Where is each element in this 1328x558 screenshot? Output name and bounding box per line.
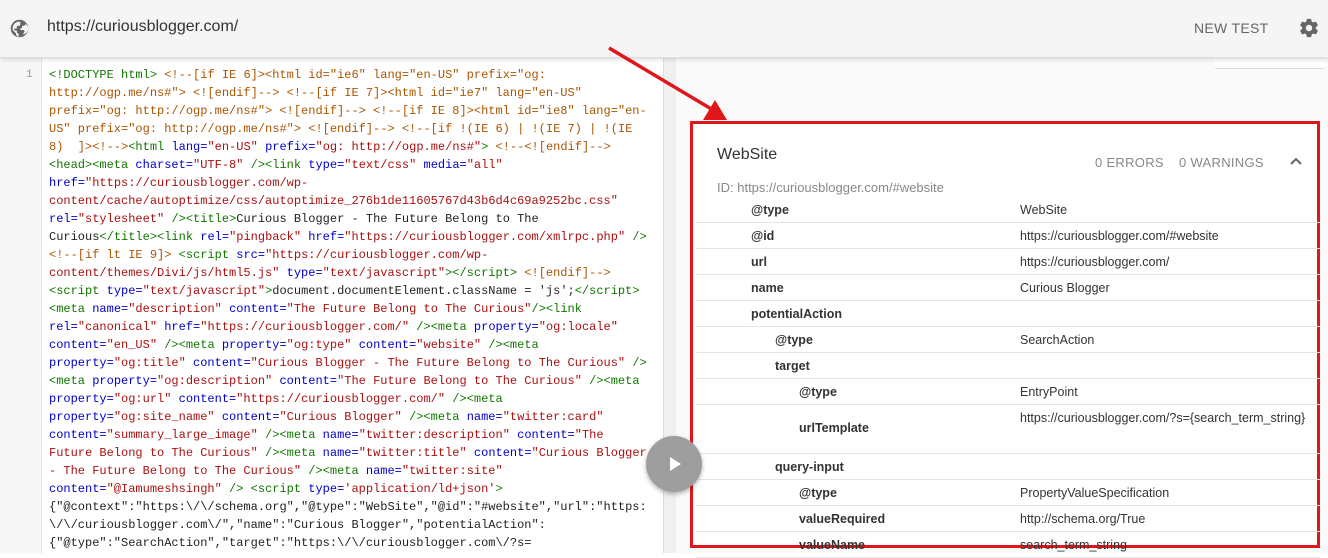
table-row: name Curious Blogger: [696, 275, 1320, 301]
table-row: query-input: [696, 454, 1320, 480]
error-count: 0 ERRORS: [1095, 155, 1164, 170]
card-id: ID: https://curiousblogger.com/#website: [717, 180, 944, 195]
run-test-button[interactable]: [646, 436, 702, 492]
structured-data-card: WebSite 0 ERRORS 0 WARNINGS ID: https://…: [690, 121, 1320, 558]
source-code[interactable]: <!DOCTYPE html> <!--[if IE 6]><html id="…: [49, 66, 649, 552]
property-key: potentialAction: [751, 307, 842, 321]
table-row: potentialAction: [696, 301, 1320, 327]
table-row: urlTemplate https://curiousblogger.com/?s…: [696, 405, 1320, 454]
property-key: name: [751, 281, 784, 295]
table-row: valueName search_term_string: [696, 532, 1320, 558]
table-row: @type PropertyValueSpecification: [696, 480, 1320, 506]
table-row: @id https://curiousblogger.com/#website: [696, 223, 1320, 249]
annotation-arrow: [608, 46, 727, 120]
table-row: valueRequired http://schema.org/True: [696, 506, 1320, 532]
property-key: valueRequired: [799, 512, 886, 526]
globe-icon: [10, 19, 29, 38]
card-title: WebSite: [717, 146, 778, 163]
property-key: urlTemplate: [799, 421, 869, 435]
chevron-up-icon[interactable]: [1289, 154, 1303, 168]
line-gutter: 1: [0, 58, 42, 553]
property-value: http://schema.org/True: [1020, 512, 1146, 526]
property-value: https://curiousblogger.com/?s={search_te…: [1020, 411, 1306, 425]
table-row: url https://curiousblogger.com/: [696, 249, 1320, 275]
source-code-pane[interactable]: 1 <!DOCTYPE html> <!--[if IE 6]><html id…: [0, 58, 663, 553]
table-row: @type EntryPoint: [696, 379, 1320, 405]
gear-icon[interactable]: [1298, 17, 1320, 39]
property-key: @type: [751, 203, 789, 217]
table-row: @type SearchAction: [696, 327, 1320, 353]
property-key: query-input: [775, 460, 844, 474]
property-key: @id: [751, 229, 775, 243]
property-value: SearchAction: [1020, 333, 1095, 347]
property-value: PropertyValueSpecification: [1020, 486, 1170, 500]
property-key: @type: [799, 486, 837, 500]
property-table: @type WebSite @id https://curiousblogger.c…: [696, 197, 1320, 558]
url-display[interactable]: https://curiousblogger.com/: [47, 18, 238, 36]
property-value: Curious Blogger: [1020, 281, 1110, 295]
table-row: target: [696, 353, 1320, 379]
property-key: url: [751, 255, 767, 269]
new-test-button[interactable]: NEW TEST: [1194, 20, 1268, 36]
property-key: @type: [799, 385, 837, 399]
property-key: @type: [775, 333, 813, 347]
previous-card-edge: [1215, 58, 1325, 69]
play-icon: [670, 457, 681, 471]
property-value: WebSite: [1020, 203, 1068, 217]
property-value: EntryPoint: [1020, 385, 1078, 399]
warning-count: 0 WARNINGS: [1179, 155, 1264, 170]
property-key: valueName: [799, 538, 866, 552]
line-number: 1: [26, 69, 33, 81]
table-row: @type WebSite: [696, 197, 1320, 223]
property-value: https://curiousblogger.com/: [1020, 255, 1170, 269]
property-key: target: [775, 359, 810, 373]
property-value: search_term_string: [1020, 538, 1127, 552]
property-value: https://curiousblogger.com/#website: [1020, 229, 1219, 243]
